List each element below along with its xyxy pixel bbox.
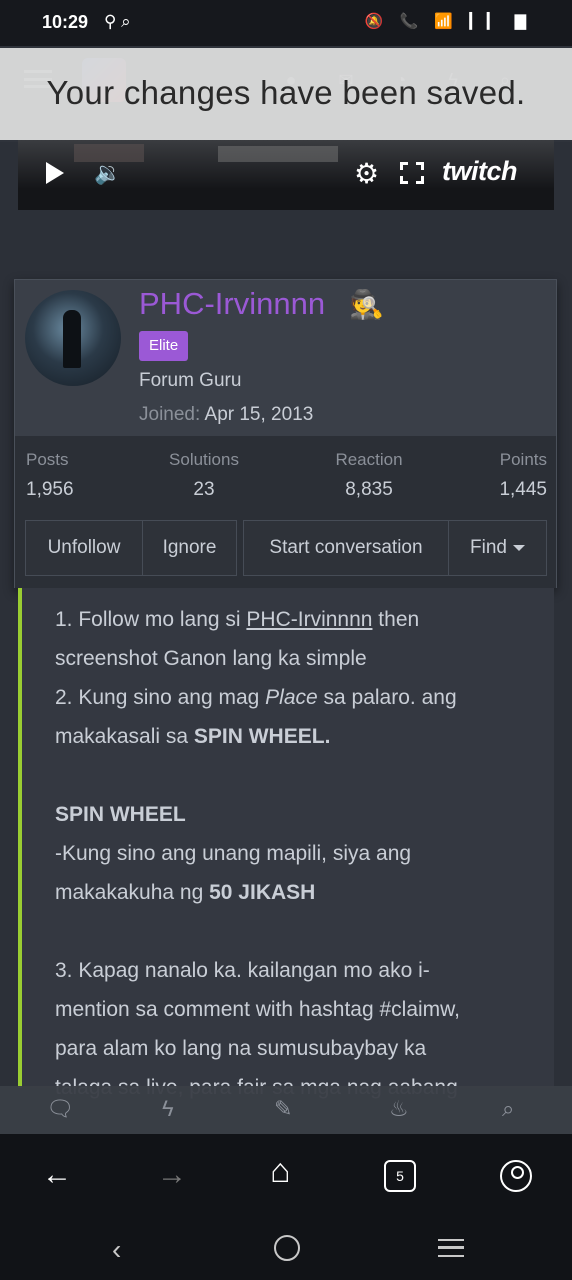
- stat-value: 1,956: [26, 479, 74, 500]
- post-line: para alam ko lang na sumusubaybay ka: [55, 1037, 427, 1060]
- stat-reaction[interactable]: Reaction 8,835: [331, 450, 407, 501]
- system-back-icon[interactable]: ‹: [112, 1234, 121, 1266]
- joined-info: Joined: Apr 15, 2013: [139, 404, 313, 426]
- avatar[interactable]: [25, 290, 121, 386]
- post-line: SPIN WHEEL: [55, 803, 186, 826]
- status-system-icons: 🔕 📞 📶 ▎▎ ▇: [364, 13, 532, 30]
- forward-arrow-icon[interactable]: →: [157, 1158, 187, 1192]
- stat-label: Reaction: [335, 450, 403, 469]
- twitch-embed[interactable]: 🔉 ⚙ twitch: [18, 140, 554, 210]
- fullscreen-icon[interactable]: [400, 162, 424, 184]
- joined-date: Apr 15, 2013: [204, 404, 314, 425]
- saved-toast: Your changes have been saved.: [0, 48, 572, 140]
- play-icon[interactable]: [46, 162, 64, 184]
- quote-accent-bar: [18, 588, 22, 1088]
- post-line: 2. Kung sino ang mag Place sa palaro. an…: [55, 686, 457, 709]
- stat-label: Posts: [26, 450, 69, 469]
- volume-icon[interactable]: 🔉: [94, 160, 121, 186]
- stat-value: 8,835: [345, 479, 393, 500]
- user-title: Forum Guru: [139, 370, 242, 391]
- account-icon[interactable]: [500, 1160, 532, 1192]
- video-frame-blur: [218, 146, 338, 162]
- post-line: makakasali sa SPIN WHEEL.: [55, 725, 331, 748]
- post-line: makakakuha ng 50 JIKASH: [55, 881, 316, 904]
- post-line: 3. Kapag nanalo ka. kailangan mo ako i-: [55, 959, 430, 982]
- post-line: screenshot Ganon lang ka simple: [55, 647, 367, 670]
- tab-count: 5: [396, 1168, 404, 1184]
- stat-points[interactable]: Points 1,445: [499, 450, 547, 501]
- post-line: mention sa comment with hashtag #claimw,: [55, 998, 461, 1021]
- forum-bottom-nav: 🗨 ϟ ✎ ♨ ⌕: [0, 1086, 572, 1134]
- stat-label: Solutions: [169, 450, 239, 469]
- system-nav-bar: ‹: [0, 1220, 572, 1280]
- stat-label: Points: [499, 450, 547, 469]
- stat-solutions[interactable]: Solutions 23: [165, 450, 243, 501]
- post-text: 1. Follow mo lang si PHC-Irvinnnn then s…: [55, 600, 535, 1107]
- status-time: 10:29: [42, 12, 89, 32]
- stat-posts[interactable]: Posts 1,956: [26, 450, 74, 501]
- system-home-icon[interactable]: [274, 1235, 300, 1261]
- user-mention-link[interactable]: PHC-Irvinnnn: [246, 608, 372, 631]
- stat-value: 1,445: [499, 479, 547, 500]
- post-content: 1. Follow mo lang si PHC-Irvinnnn then s…: [18, 588, 554, 1099]
- tabs-button[interactable]: 5: [384, 1160, 416, 1192]
- system-recents-icon[interactable]: [438, 1239, 464, 1257]
- member-stats: Posts 1,956 Solutions 23 Reaction 8,835 …: [15, 436, 556, 508]
- post-line: -Kung sino ang unang mapili, siya ang: [55, 842, 412, 865]
- post-thread-icon[interactable]: ✎: [274, 1096, 292, 1122]
- member-tooltip-card: PHC-Irvinnnn 🕵 Elite Forum Guru Joined: …: [14, 279, 557, 588]
- status-notification-icons: ⚲ ⌕: [104, 12, 131, 31]
- toast-message: Your changes have been saved.: [46, 74, 526, 111]
- whats-new-icon[interactable]: ϟ: [162, 1096, 174, 1122]
- search-icon[interactable]: ⌕: [502, 1096, 514, 1122]
- comments-icon[interactable]: 🗨: [46, 1096, 74, 1122]
- start-conversation-button[interactable]: Start conversation: [243, 520, 449, 576]
- caret-down-icon: [512, 544, 525, 551]
- find-button[interactable]: Find: [448, 520, 547, 576]
- home-icon[interactable]: ⌂: [270, 1152, 291, 1191]
- member-actions: Unfollow Ignore Start conversation Find: [15, 508, 556, 588]
- twitch-logo[interactable]: twitch: [442, 156, 518, 187]
- browser-toolbar: ← → ⌂ 5: [0, 1134, 572, 1220]
- back-arrow-icon[interactable]: ←: [42, 1158, 72, 1192]
- detective-icon: 🕵: [349, 289, 384, 320]
- find-label: Find: [470, 537, 507, 558]
- post-line: 1. Follow mo lang si PHC-Irvinnnn then: [55, 608, 420, 631]
- joined-label: Joined:: [139, 404, 201, 425]
- status-bar: 10:29 ⚲ ⌕ 🔕 📞 📶 ▎▎ ▇: [0, 0, 572, 46]
- settings-gear-icon[interactable]: ⚙: [354, 157, 379, 190]
- username[interactable]: PHC-Irvinnnn: [139, 286, 325, 322]
- elite-badge: Elite: [139, 331, 189, 361]
- trending-icon[interactable]: ♨: [389, 1096, 409, 1122]
- unfollow-button[interactable]: Unfollow: [25, 520, 143, 576]
- stat-value: 23: [193, 479, 215, 500]
- ignore-button[interactable]: Ignore: [142, 520, 237, 576]
